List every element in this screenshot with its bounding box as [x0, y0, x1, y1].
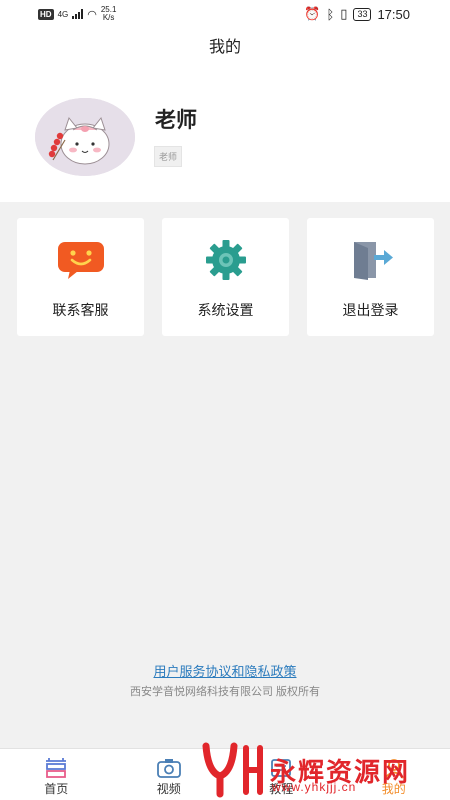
contact-support-card[interactable]: 联系客服	[17, 218, 144, 336]
alarm-icon: ⏰	[304, 6, 321, 21]
network-type: 4G	[57, 9, 69, 19]
status-right: ⏰ ᛒ ▯ 33 17:50	[304, 6, 410, 22]
logout-card[interactable]: 退出登录	[307, 218, 434, 336]
tab-home[interactable]: 首页	[0, 749, 113, 800]
speed-unit: K/s	[102, 13, 115, 22]
copyright-text: 西安学音悦网络科技有限公司 版权所有	[129, 686, 321, 698]
network-speed: 25.1 K/s	[101, 6, 117, 22]
customer-service-icon	[58, 242, 104, 279]
wifi-icon: ◠	[87, 8, 97, 21]
agreement-link[interactable]: 用户服务协议和隐私政策	[0, 661, 450, 680]
logout-label: 退出登录	[342, 302, 399, 318]
system-settings-card[interactable]: 系统设置	[162, 218, 289, 336]
signal-icon	[72, 9, 84, 19]
cat-avatar-icon	[35, 98, 135, 176]
profile-section: 老师 老师	[0, 68, 450, 202]
logout-icon	[354, 242, 393, 280]
home-icon	[46, 758, 67, 778]
camera-icon	[156, 759, 181, 778]
avatar[interactable]	[35, 98, 135, 176]
vibrate-icon: ▯	[340, 6, 348, 21]
hd-badge: HD	[38, 8, 54, 20]
status-bar: HD 4G ◠ 25.1 K/s ⏰ ᛒ ▯ 33 17:50	[0, 0, 450, 28]
username: 老师	[155, 109, 197, 132]
battery-icon: 33	[353, 7, 372, 21]
bluetooth-icon: ᛒ	[326, 6, 335, 22]
role-tag: 老师	[154, 146, 183, 167]
action-cards: 联系客服 系统设置 退出登录	[17, 218, 434, 336]
status-left: HD 4G ◠ 25.1 K/s	[38, 6, 116, 22]
watermark-url: www.yhkjjj.cn	[272, 780, 357, 794]
clock: 17:50	[377, 6, 410, 22]
contact-support-label: 联系客服	[52, 302, 109, 318]
page-title: 我的	[208, 39, 241, 56]
system-settings-label: 系统设置	[197, 302, 254, 318]
watermark: 永辉资源网 www.yhkjjj.cn	[200, 740, 440, 800]
header: 我的	[0, 28, 450, 68]
tab-home-label: 首页	[44, 782, 69, 796]
gear-icon	[206, 240, 246, 280]
watermark-logo-icon	[202, 742, 263, 798]
